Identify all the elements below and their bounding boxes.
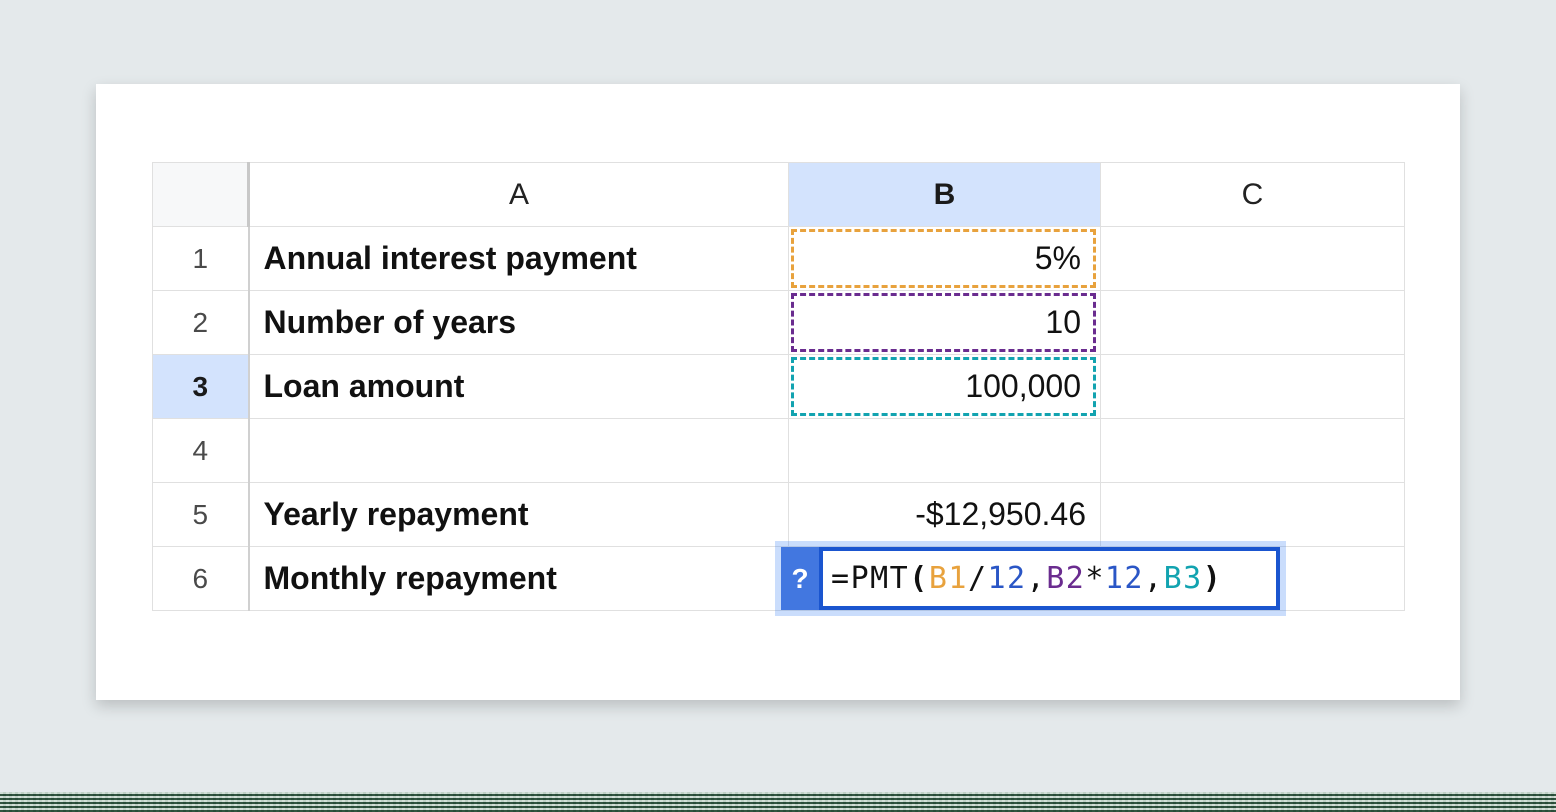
column-header-C[interactable]: C [1101,163,1405,227]
spreadsheet-card: A B C 1 Annual interest payment 5% [96,84,1460,700]
row-5: 5 Yearly repayment -$12,950.46 [153,483,1405,547]
cell-A5[interactable]: Yearly repayment [249,483,789,547]
cell-C6[interactable] [1101,547,1405,611]
row-header-3[interactable]: 3 [153,355,249,419]
row-header-5[interactable]: 5 [153,483,249,547]
spreadsheet-grid: A B C 1 Annual interest payment 5% [152,162,1405,611]
cell-B2[interactable]: 10 [789,291,1101,355]
row-4: 4 [153,419,1405,483]
spreadsheet-grid-wrap: A B C 1 Annual interest payment 5% [152,162,1404,611]
cell-B5[interactable]: -$12,950.46 [789,483,1101,547]
row-header-2[interactable]: 2 [153,291,249,355]
formula-token-eq: = [831,561,851,596]
formula-token-comma1: , [1027,561,1047,596]
row-header-1[interactable]: 1 [153,227,249,291]
cell-C5[interactable] [1101,483,1405,547]
cell-B4[interactable] [789,419,1101,483]
select-all-corner[interactable] [153,163,249,227]
cell-A2[interactable]: Number of years [249,291,789,355]
row-header-4[interactable]: 4 [153,419,249,483]
cell-A3[interactable]: Loan amount [249,355,789,419]
row-3: 3 Loan amount 100,000 [153,355,1405,419]
cell-C2[interactable] [1101,291,1405,355]
cell-C1[interactable] [1101,227,1405,291]
column-header-A[interactable]: A [249,163,789,227]
formula-ref-highlight-B1: 5% [791,229,1096,288]
cell-B2-value: 10 [1045,304,1081,341]
cell-C4[interactable] [1101,419,1405,483]
formula-token-fn: PMT [851,561,910,596]
row-2: 2 Number of years 10 [153,291,1405,355]
cell-C3[interactable] [1101,355,1405,419]
cell-B3-value: 100,000 [965,368,1081,405]
cell-B1-value: 5% [1035,240,1081,277]
row-header-6[interactable]: 6 [153,547,249,611]
cell-B3[interactable]: 100,000 [789,355,1101,419]
formula-token-B1: B1 [929,561,968,596]
cell-A6[interactable]: Monthly repayment [249,547,789,611]
column-header-row: A B C [153,163,1405,227]
formula-token-B2: B2 [1046,561,1085,596]
formula-token-12a: 12 [988,561,1027,596]
row-1: 1 Annual interest payment 5% [153,227,1405,291]
formula-help-button[interactable]: ? [781,547,819,610]
column-header-B[interactable]: B [789,163,1101,227]
cell-B1[interactable]: 5% [789,227,1101,291]
cell-A4[interactable] [249,419,789,483]
formula-ref-highlight-B2: 10 [791,293,1096,352]
cell-A1[interactable]: Annual interest payment [249,227,789,291]
formula-token-lparen: ( [909,561,929,596]
formula-token-slash: / [968,561,988,596]
formula-ref-highlight-B3: 100,000 [791,357,1096,416]
row-6: 6 Monthly repayment ? =PMT(B1/12,B2*12,B… [153,547,1405,611]
cell-B6[interactable]: ? =PMT(B1/12,B2*12,B3) [789,547,1101,611]
decorative-footer-stripe [0,792,1556,812]
viewport: A B C 1 Annual interest payment 5% [0,0,1556,812]
